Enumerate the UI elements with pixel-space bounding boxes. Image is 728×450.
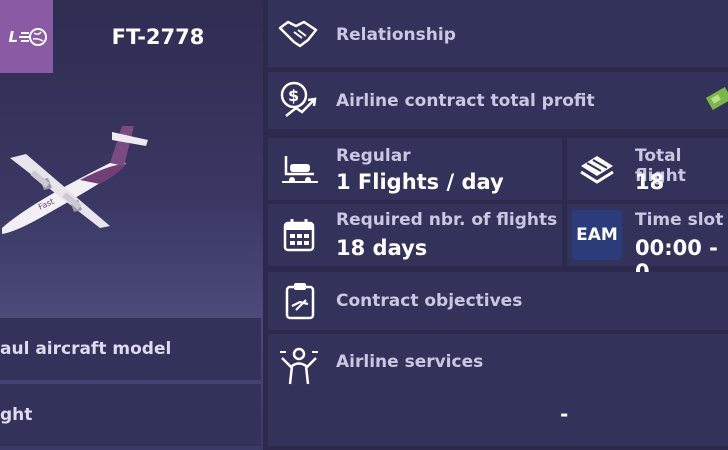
time-slot-label: Time slot: [635, 210, 724, 230]
clipboard-icon: [285, 283, 315, 320]
departure-schedule-icon: [282, 156, 318, 183]
airline-services-label: Airline services: [336, 352, 484, 372]
regular-row: Regular 1 Flights / day: [268, 138, 562, 200]
airline-logo: L: [0, 0, 53, 73]
globe-wings-icon: [19, 27, 47, 46]
airline-services-row: Airline services -: [268, 334, 728, 446]
required-flights-value: 18 days: [336, 236, 428, 260]
total-flights-row: Total flight 18: [567, 138, 728, 200]
flight-attendant-icon: [280, 347, 318, 385]
money-stack-icon: [706, 86, 728, 111]
aircraft-flight-label: ght: [0, 405, 33, 425]
profit-label: Airline contract total profit: [336, 91, 595, 111]
aircraft-model-label: aul aircraft model: [0, 339, 172, 359]
calendar-icon: [283, 219, 315, 252]
relationship-label: Relationship: [336, 25, 456, 45]
airline-services-value: -: [560, 402, 569, 426]
stacked-tickets-icon: [580, 156, 614, 184]
profit-row: $ Airline contract total profit: [268, 72, 728, 129]
relationship-row: Relationship: [268, 0, 728, 67]
required-flights-label: Required nbr. of flights: [336, 210, 558, 230]
airline-logo-text: L: [8, 27, 19, 46]
regular-label: Regular: [336, 146, 411, 166]
contract-objectives-label: Contract objectives: [336, 291, 523, 311]
contract-objectives-row[interactable]: Contract objectives: [268, 272, 728, 330]
aircraft-image: Fast: [2, 126, 148, 234]
aircraft-model-row: aul aircraft model: [0, 318, 261, 380]
profit-growth-icon: $: [280, 81, 317, 117]
aircraft-flight-row: ght: [0, 384, 261, 446]
total-flights-value: 18: [635, 170, 665, 194]
time-slot-badge: EAM: [572, 210, 622, 260]
flight-number: FT-2778: [111, 24, 205, 49]
svg-text:$: $: [288, 86, 299, 105]
required-flights-row: Required nbr. of flights 18 days: [268, 204, 562, 266]
handshake-icon: [278, 20, 318, 48]
regular-value: 1 Flights / day: [336, 170, 504, 194]
